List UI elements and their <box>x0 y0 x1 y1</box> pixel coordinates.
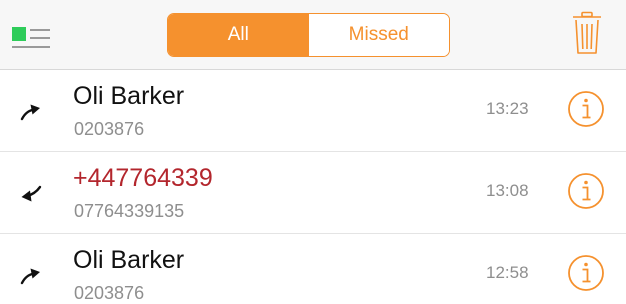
phone-number: 0203876 <box>74 119 145 139</box>
call-row[interactable]: Oli Barker 0203876 13:23 <box>0 70 626 152</box>
phone-number: 07764339135 <box>74 201 185 221</box>
outgoing-call-arrow-icon <box>20 104 40 121</box>
contact-name: Oli Barker <box>73 246 185 274</box>
tab-missed[interactable]: Missed <box>308 14 449 56</box>
call-row[interactable]: +447764339 07764339135 13:08 <box>0 152 626 234</box>
incoming-call-arrow-icon <box>21 185 42 202</box>
info-icon[interactable] <box>567 90 605 128</box>
contact-name: +447764339 <box>73 164 213 192</box>
call-row[interactable]: Oli Barker 0203876 12:58 <box>0 234 626 304</box>
info-icon[interactable] <box>567 254 605 292</box>
phone-number: 0203876 <box>74 283 145 303</box>
contact-name: Oli Barker <box>73 82 185 110</box>
trash-icon[interactable] <box>571 11 603 55</box>
call-list: Oli Barker 0203876 13:23 +447764339 0776… <box>0 70 626 304</box>
call-time: 13:08 <box>486 181 529 200</box>
info-icon[interactable] <box>567 172 605 210</box>
recents-header: All Missed <box>0 0 626 70</box>
call-time: 13:23 <box>486 99 529 118</box>
call-time: 12:58 <box>486 263 529 282</box>
outgoing-call-arrow-icon <box>20 268 40 285</box>
call-filter-segmented-control: All Missed <box>167 13 450 57</box>
recents-screen: All Missed Oli Barker 0203876 13:23 +447… <box>0 0 626 304</box>
tab-all[interactable]: All <box>168 14 309 56</box>
list-filter-icon[interactable] <box>12 27 52 49</box>
